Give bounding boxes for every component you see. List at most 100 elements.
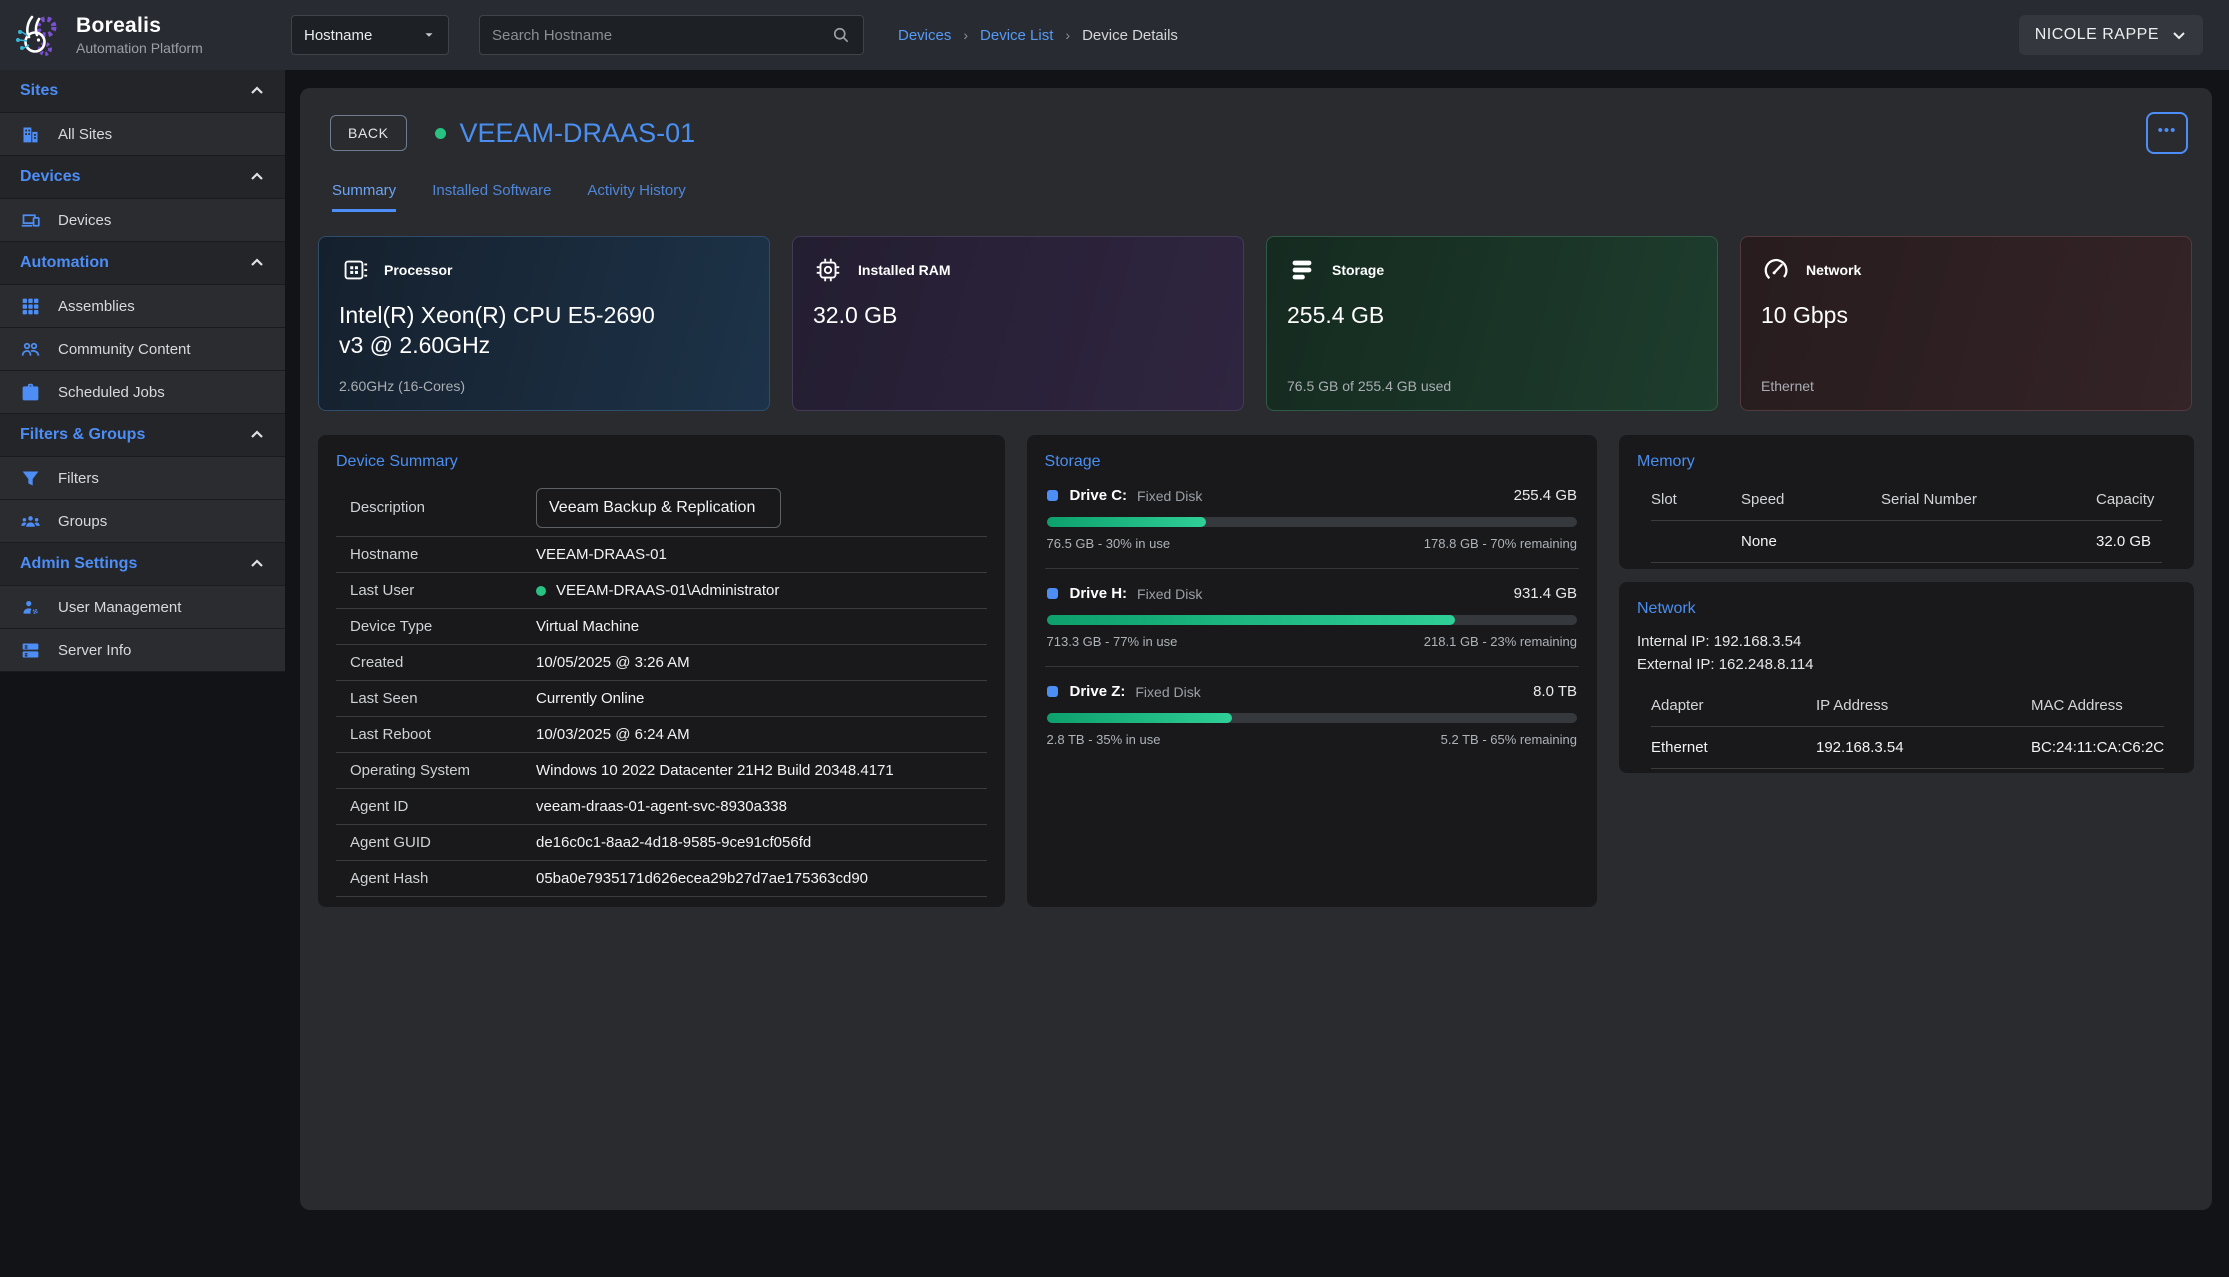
sidebar-item-user-management[interactable]: User Management: [0, 586, 285, 629]
user-gear-icon: [20, 597, 41, 618]
sidebar-item-devices[interactable]: Devices: [0, 199, 285, 242]
sidebar-item-label: Groups: [58, 513, 107, 530]
breadcrumb-device-list[interactable]: Device List: [980, 27, 1053, 44]
network-col-adapter: Adapter: [1651, 691, 1816, 726]
network-col-mac: MAC Address: [2031, 691, 2164, 726]
sidebar-item-filters[interactable]: Filters: [0, 457, 285, 500]
network-footer: Ethernet: [1761, 378, 1814, 394]
network-panel-title: Network: [1637, 600, 2176, 618]
drive-remaining-text: 5.2 TB - 65% remaining: [1441, 732, 1577, 747]
memory-panel: Memory Slot Speed Serial Number Capacity…: [1619, 435, 2194, 569]
storage-stack-icon: [1287, 255, 1317, 285]
sidebar-section-label: Admin Settings: [20, 555, 137, 573]
drive-bullet-icon: [1047, 588, 1058, 599]
tab-summary[interactable]: Summary: [332, 182, 396, 212]
brand-text: Borealis Automation Platform: [76, 14, 203, 56]
speed-gauge-icon: [1761, 255, 1791, 285]
sidebar-section-filters-groups[interactable]: Filters & Groups: [0, 414, 285, 457]
summary-label: Agent ID: [350, 798, 536, 815]
tab-installed-software[interactable]: Installed Software: [432, 182, 551, 212]
sidebar-item-groups[interactable]: Groups: [0, 500, 285, 543]
summary-row-last-user: Last User VEEAM-DRAAS-01\Administrator: [336, 573, 987, 609]
drive-name: Drive H:: [1070, 585, 1128, 602]
drive-used-text: 76.5 GB - 30% in use: [1047, 536, 1171, 551]
drive-remaining-text: 218.1 GB - 23% remaining: [1424, 634, 1577, 649]
ip-addresses: Internal IP: 192.168.3.54 External IP: 1…: [1637, 630, 2176, 677]
sidebar-item-server-info[interactable]: Server Info: [0, 629, 285, 672]
device-tabs: Summary Installed Software Activity Hist…: [332, 182, 2194, 212]
summary-label: Agent Hash: [350, 870, 536, 887]
tab-activity-history[interactable]: Activity History: [587, 182, 685, 212]
device-details-panel: BACK VEEAM-DRAAS-01 ••• Summary Installe…: [300, 88, 2212, 1210]
drive-usage-bar: [1047, 517, 1206, 527]
storage-footer: 76.5 GB of 255.4 GB used: [1287, 378, 1451, 394]
building-icon: [20, 124, 41, 145]
drive-size: 255.4 GB: [1514, 487, 1577, 504]
online-status-dot: [536, 586, 546, 596]
search-field-select[interactable]: Hostname: [291, 15, 449, 55]
sidebar-section-label: Sites: [20, 82, 58, 100]
network-ip-value: 192.168.3.54: [1816, 726, 2031, 769]
sidebar-item-label: Assemblies: [58, 298, 135, 315]
sidebar-item-all-sites[interactable]: All Sites: [0, 113, 285, 156]
network-value: 10 Gbps: [1761, 301, 2091, 331]
summary-value: 10/05/2025 @ 3:26 AM: [536, 654, 690, 671]
sidebar-item-label: Community Content: [58, 341, 191, 358]
detail-panels: Device Summary Description Hostname VEEA…: [318, 435, 2194, 907]
more-actions-button[interactable]: •••: [2146, 112, 2188, 154]
search-box[interactable]: [479, 15, 864, 55]
memory-panel-title: Memory: [1637, 453, 2176, 471]
sidebar-item-community-content[interactable]: Community Content: [0, 328, 285, 371]
breadcrumb-separator: ›: [1065, 27, 1070, 43]
summary-value: 10/03/2025 @ 6:24 AM: [536, 726, 690, 743]
summary-value: Currently Online: [536, 690, 644, 707]
summary-row-agent-guid: Agent GUID de16c0c1-8aa2-4d18-9585-9ce91…: [336, 825, 987, 861]
card-title: Processor: [384, 262, 452, 278]
summary-value: VEEAM-DRAAS-01: [536, 546, 667, 563]
sidebar-item-assemblies[interactable]: Assemblies: [0, 285, 285, 328]
memory-serial-value: [1881, 520, 2096, 563]
sidebar-item-label: Filters: [58, 470, 99, 487]
brand-name: Borealis: [76, 14, 203, 38]
breadcrumb-devices[interactable]: Devices: [898, 27, 951, 44]
memory-col-capacity: Capacity: [2096, 485, 2162, 520]
sidebar-section-automation[interactable]: Automation: [0, 242, 285, 285]
sidebar: Sites All Sites Devices Devices Automati…: [0, 70, 285, 672]
summary-label: Agent GUID: [350, 834, 536, 851]
sidebar-section-admin-settings[interactable]: Admin Settings: [0, 543, 285, 586]
devices-icon: [20, 210, 41, 231]
summary-label: Last Reboot: [350, 726, 536, 743]
drive-type: Fixed Disk: [1137, 586, 1202, 602]
internal-ip: Internal IP: 192.168.3.54: [1637, 630, 2176, 653]
network-col-ip: IP Address: [1816, 691, 2031, 726]
memory-col-serial: Serial Number: [1881, 485, 2096, 520]
chevron-down-icon: [2171, 27, 2187, 43]
sidebar-item-label: All Sites: [58, 126, 112, 143]
server-icon: [20, 640, 41, 661]
device-header: BACK VEEAM-DRAAS-01 •••: [330, 112, 2188, 154]
summary-value: 05ba0e7935171d626ecea29b27d7ae175363cd90: [536, 870, 868, 887]
summary-value: VEEAM-DRAAS-01\Administrator: [536, 582, 779, 599]
summary-value: Virtual Machine: [536, 618, 639, 635]
summary-row-hostname: Hostname VEEAM-DRAAS-01: [336, 537, 987, 573]
summary-label: Device Type: [350, 618, 536, 635]
back-button[interactable]: BACK: [330, 115, 407, 151]
description-input[interactable]: [536, 488, 781, 528]
card-title: Installed RAM: [858, 262, 951, 278]
drive-used-text: 713.3 GB - 77% in use: [1047, 634, 1178, 649]
breadcrumb: Devices › Device List › Device Details: [898, 27, 1178, 44]
search-input[interactable]: [492, 27, 831, 44]
memory-slot-value: [1651, 520, 1741, 563]
network-adapter-value: Ethernet: [1651, 726, 1816, 769]
user-menu-button[interactable]: NICOLE RAPPE: [2019, 15, 2203, 55]
sidebar-item-scheduled-jobs[interactable]: Scheduled Jobs: [0, 371, 285, 414]
summary-row-last-seen: Last Seen Currently Online: [336, 681, 987, 717]
sidebar-section-label: Automation: [20, 254, 109, 272]
summary-label: Last Seen: [350, 690, 536, 707]
sidebar-section-devices[interactable]: Devices: [0, 156, 285, 199]
sidebar-section-sites[interactable]: Sites: [0, 70, 285, 113]
network-table: Adapter IP Address MAC Address Ethernet …: [1637, 691, 2176, 769]
drive-usage-bar: [1047, 615, 1455, 625]
ram-value: 32.0 GB: [813, 301, 1143, 331]
drive-used-text: 2.8 TB - 35% in use: [1047, 732, 1161, 747]
